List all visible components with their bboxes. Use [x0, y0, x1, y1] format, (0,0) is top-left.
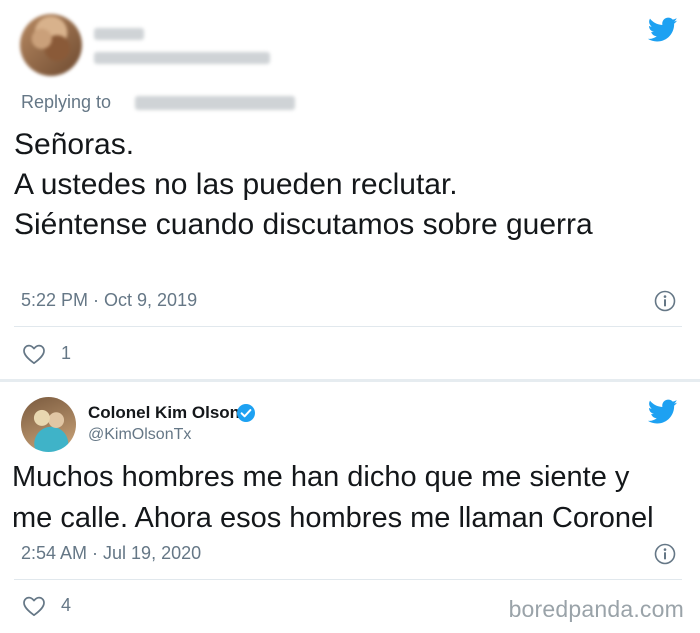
- divider: [14, 326, 682, 327]
- heart-icon[interactable]: [22, 343, 46, 365]
- tweet-text-line: Señoras.: [14, 128, 135, 161]
- watermark: boredpanda.com: [508, 596, 684, 622]
- author-handle[interactable]: @KimOlsonTx: [88, 426, 191, 444]
- divider: [14, 579, 682, 580]
- like-count: 4: [61, 595, 72, 615]
- tweet-timestamp[interactable]: 2:54 AM · Jul 19, 2020: [21, 543, 201, 564]
- twitter-bird-icon: [648, 399, 678, 424]
- tweet-card: Replying to Señoras. A ustedes no las pu…: [0, 0, 700, 380]
- verified-badge-icon: [237, 404, 255, 422]
- tweet-text-line: me calle. Ahora esos hombres me llaman C…: [12, 502, 654, 534]
- like-count: 1: [61, 343, 72, 363]
- info-icon[interactable]: [654, 543, 676, 565]
- tweet-text-line: Muchos hombres me han dicho que me sient…: [12, 461, 630, 493]
- blurred-handle: [94, 52, 270, 64]
- tweet-timestamp[interactable]: 5:22 PM · Oct 9, 2019: [21, 290, 197, 311]
- avatar[interactable]: [20, 14, 82, 76]
- blurred-reply-handle[interactable]: [135, 96, 295, 110]
- tweet-text-line: A ustedes no las pueden reclutar.: [14, 168, 458, 201]
- twitter-bird-icon: [648, 17, 678, 42]
- author-name[interactable]: Colonel Kim Olson: [88, 403, 240, 423]
- info-icon[interactable]: [654, 290, 676, 312]
- avatar[interactable]: [21, 397, 76, 452]
- tweet-text: Muchos hombres me han dicho que me sient…: [12, 457, 654, 539]
- replying-to-label: Replying to: [21, 92, 112, 112]
- blurred-username: [94, 28, 144, 40]
- heart-icon[interactable]: [22, 595, 46, 617]
- tweet-text-line: Siéntense cuando discutamos sobre guerra: [14, 208, 593, 241]
- tweet-text: Señoras. A ustedes no las pueden recluta…: [14, 125, 593, 245]
